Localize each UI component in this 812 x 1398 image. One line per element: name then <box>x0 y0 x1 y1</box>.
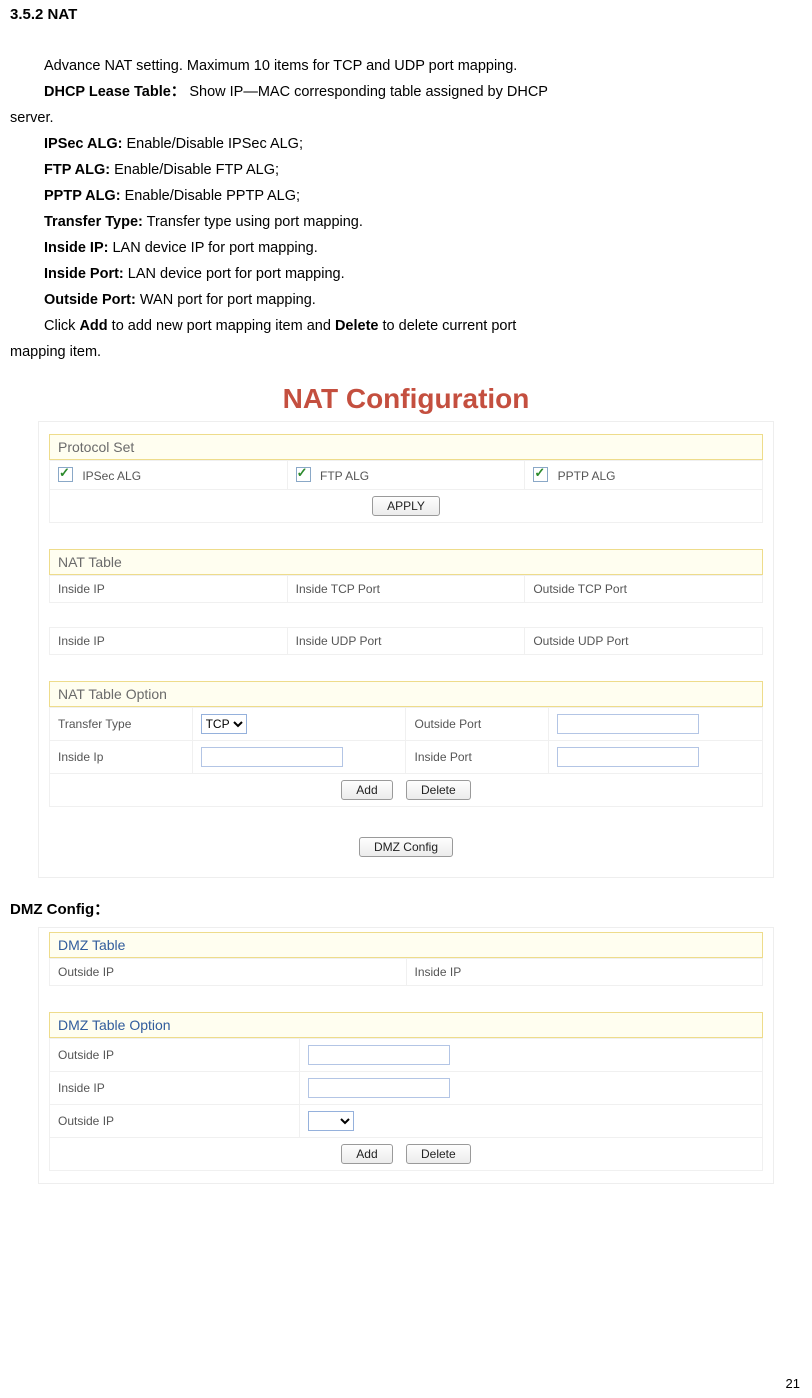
col-inside-tcp: Inside TCP Port <box>287 576 525 603</box>
dmz-add-button[interactable]: Add <box>341 1144 392 1164</box>
body-dhcp: Show IP—MAC corresponding table assigned… <box>189 84 548 100</box>
ipsec-alg-label: IPSec ALG <box>82 469 141 483</box>
inside-ip-input[interactable] <box>201 747 343 767</box>
dmz-config-button[interactable]: DMZ Config <box>359 837 453 857</box>
ipsec-alg-checkbox[interactable] <box>58 467 73 482</box>
inside-port-line: Inside Port: LAN device port for port ma… <box>44 261 802 287</box>
dmz-outside-ip-input[interactable] <box>308 1045 450 1065</box>
label-ftp: FTP ALG: <box>44 162 110 178</box>
click-t1: Click <box>44 318 79 334</box>
label-tt: Transfer Type: <box>44 214 143 230</box>
dmz-inside-ip-col: Inside IP <box>406 959 763 986</box>
apply-button[interactable]: APPLY <box>372 496 440 516</box>
body-tt: Transfer type using port mapping. <box>143 214 363 230</box>
label-dhcp: DHCP Lease Table： <box>44 84 185 100</box>
label-inside-ip-lower: Inside Ip <box>50 741 193 774</box>
col-outside-udp: Outside UDP Port <box>525 628 763 655</box>
click-add: Add <box>79 318 107 334</box>
transfer-type-line: Transfer Type: Transfer type using port … <box>44 209 802 235</box>
body-ipsec: Enable/Disable IPSec ALG; <box>122 136 303 152</box>
label-iip: Inside IP: <box>44 240 108 256</box>
dmz-inside-ip-label: Inside IP <box>50 1072 300 1105</box>
dmz-config-heading: DMZ Config： <box>10 898 802 919</box>
inside-port-input[interactable] <box>557 747 699 767</box>
click-line1: Click Add to add new port mapping item a… <box>44 313 802 339</box>
dhcp-tail: server. <box>10 105 802 131</box>
section-number: 3.5.2 NAT <box>10 6 802 23</box>
dhcp-line: DHCP Lease Table： Show IP—MAC correspond… <box>44 79 802 105</box>
dmz-table-option-header: DMZ Table Option <box>49 1012 763 1038</box>
label-outside-port: Outside Port <box>406 708 549 741</box>
dmz-outside-ip-col: Outside IP <box>50 959 407 986</box>
nat-delete-button[interactable]: Delete <box>406 780 471 800</box>
dmz-outside-ip-select[interactable] <box>308 1111 354 1131</box>
pptp-alg-label: PPTP ALG <box>558 469 616 483</box>
dmz-inside-ip-input[interactable] <box>308 1078 450 1098</box>
nat-config-title: NAT Configuration <box>10 383 802 415</box>
nat-config-panel: Protocol Set IPSec ALG FTP ALG PPTP ALG … <box>38 421 774 878</box>
dmz-outside-ip-label-2: Outside IP <box>50 1105 300 1138</box>
dmz-outside-ip-label: Outside IP <box>50 1039 300 1072</box>
page-number: 21 <box>786 1376 800 1391</box>
body-pptp: Enable/Disable PPTP ALG; <box>121 188 300 204</box>
dmz-table-header: DMZ Table <box>49 932 763 958</box>
body-iip: LAN device IP for port mapping. <box>108 240 317 256</box>
label-iport: Inside Port: <box>44 266 124 282</box>
click-tail: mapping item. <box>10 339 802 365</box>
intro-text: Advance NAT setting. Maximum 10 items fo… <box>44 53 802 79</box>
nat-add-button[interactable]: Add <box>341 780 392 800</box>
label-pptp: PPTP ALG: <box>44 188 121 204</box>
pptp-alg-checkbox[interactable] <box>533 467 548 482</box>
nat-table-header: NAT Table <box>49 549 763 575</box>
label-oport: Outside Port: <box>44 292 136 308</box>
col-inside-ip-1: Inside IP <box>50 576 288 603</box>
col-inside-udp: Inside UDP Port <box>287 628 525 655</box>
pptp-line: PPTP ALG: Enable/Disable PPTP ALG; <box>44 183 802 209</box>
click-t3: to delete current port <box>378 318 516 334</box>
click-t2: to add new port mapping item and <box>108 318 335 334</box>
outside-port-input[interactable] <box>557 714 699 734</box>
click-delete: Delete <box>335 318 379 334</box>
dmz-delete-button[interactable]: Delete <box>406 1144 471 1164</box>
ftp-alg-checkbox[interactable] <box>296 467 311 482</box>
ftp-alg-label: FTP ALG <box>320 469 369 483</box>
col-outside-tcp: Outside TCP Port <box>525 576 763 603</box>
dmz-panel: DMZ Table Outside IP Inside IP DMZ Table… <box>38 927 774 1184</box>
protocol-set-header: Protocol Set <box>49 434 763 460</box>
inside-ip-line: Inside IP: LAN device IP for port mappin… <box>44 235 802 261</box>
label-inside-port: Inside Port <box>406 741 549 774</box>
ipsec-line: IPSec ALG: Enable/Disable IPSec ALG; <box>44 131 802 157</box>
label-transfer-type: Transfer Type <box>50 708 193 741</box>
body-ftp: Enable/Disable FTP ALG; <box>110 162 279 178</box>
body-iport: LAN device port for port mapping. <box>124 266 345 282</box>
body-oport: WAN port for port mapping. <box>136 292 316 308</box>
outside-port-line: Outside Port: WAN port for port mapping. <box>44 287 802 313</box>
label-ipsec: IPSec ALG: <box>44 136 122 152</box>
col-inside-ip-2: Inside IP <box>50 628 288 655</box>
transfer-type-select[interactable]: TCP <box>201 714 247 734</box>
nat-table-option-header: NAT Table Option <box>49 681 763 707</box>
ftp-line: FTP ALG: Enable/Disable FTP ALG; <box>44 157 802 183</box>
